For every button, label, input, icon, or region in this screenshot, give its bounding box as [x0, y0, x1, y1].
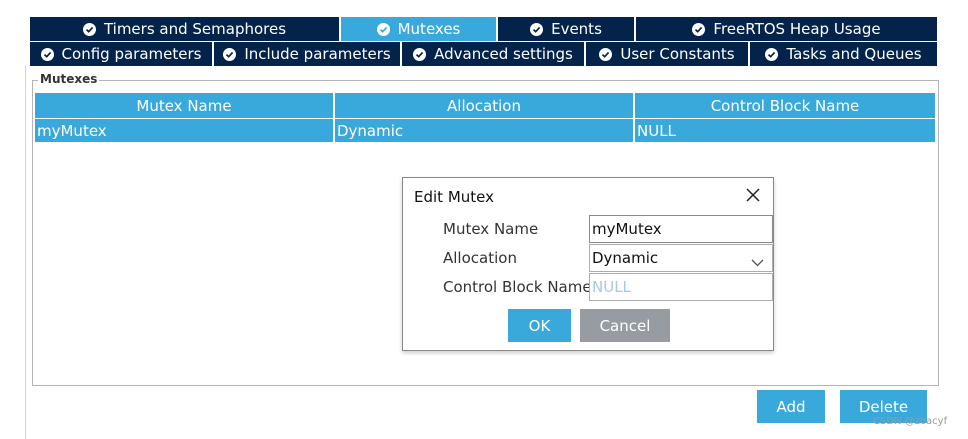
- allocation-value: Dynamic: [592, 249, 659, 267]
- tab-label: Mutexes: [397, 20, 461, 38]
- allocation-select[interactable]: Dynamic: [589, 244, 773, 272]
- tab-label: User Constants: [620, 45, 735, 63]
- tab-user-constants[interactable]: User Constants: [586, 42, 750, 66]
- tab-row-2: Config parameters Include parameters Adv…: [30, 42, 937, 66]
- column-header-allocation[interactable]: Allocation: [335, 93, 635, 118]
- group-title: Mutexes: [38, 72, 100, 86]
- tab-label: Include parameters: [244, 45, 391, 63]
- close-icon[interactable]: [744, 186, 762, 204]
- column-header-mutex-name[interactable]: Mutex Name: [35, 93, 335, 118]
- tab-row-1: Timers and Semaphores Mutexes Events Fre…: [30, 17, 937, 41]
- mutex-name-input[interactable]: myMutex: [589, 215, 773, 243]
- check-circle-icon: [82, 22, 96, 36]
- check-circle-icon: [599, 47, 613, 61]
- check-circle-icon: [376, 22, 390, 36]
- table-row[interactable]: myMutex Dynamic NULL: [35, 119, 935, 142]
- cell-control-block-name[interactable]: NULL: [635, 119, 935, 142]
- mutex-table: Mutex Name Allocation Control Block Name…: [35, 93, 935, 142]
- mutex-name-label: Mutex Name: [443, 220, 539, 238]
- tab-include-parameters[interactable]: Include parameters: [214, 42, 402, 66]
- tab-label: Tasks and Queues: [786, 45, 922, 63]
- edit-mutex-dialog: Edit Mutex Mutex Name myMutex Allocation…: [402, 177, 774, 351]
- cancel-button[interactable]: Cancel: [580, 309, 670, 342]
- tab-tasks-and-queues[interactable]: Tasks and Queues: [750, 42, 937, 66]
- tab-timers-and-semaphores[interactable]: Timers and Semaphores: [30, 17, 341, 41]
- tab-label: Advanced settings: [434, 45, 573, 63]
- left-panel-edge: [25, 66, 26, 439]
- column-header-control-block-name[interactable]: Control Block Name: [635, 93, 935, 118]
- watermark: CSDN @zoacyf: [873, 416, 948, 427]
- check-circle-icon: [692, 22, 706, 36]
- add-button[interactable]: Add: [757, 390, 825, 423]
- tab-label: Events: [551, 20, 602, 38]
- tab-mutexes[interactable]: Mutexes: [341, 17, 498, 41]
- allocation-label: Allocation: [443, 249, 517, 267]
- tab-label: FreeRTOS Heap Usage: [713, 20, 881, 38]
- control-block-name-input[interactable]: NULL: [589, 273, 773, 301]
- table-header: Mutex Name Allocation Control Block Name: [35, 93, 935, 118]
- chevron-down-icon: [751, 253, 764, 271]
- cell-allocation[interactable]: Dynamic: [335, 119, 635, 142]
- tab-label: Config parameters: [61, 45, 202, 63]
- check-circle-icon: [413, 47, 427, 61]
- tab-config-parameters[interactable]: Config parameters: [30, 42, 214, 66]
- tab-advanced-settings[interactable]: Advanced settings: [402, 42, 586, 66]
- tab-freertos-heap-usage[interactable]: FreeRTOS Heap Usage: [636, 17, 937, 41]
- dialog-title: Edit Mutex: [414, 188, 494, 206]
- cell-mutex-name[interactable]: myMutex: [35, 119, 335, 142]
- check-circle-icon: [765, 47, 779, 61]
- ok-button[interactable]: OK: [508, 309, 571, 342]
- check-circle-icon: [223, 47, 237, 61]
- control-block-name-label: Control Block Name: [443, 278, 592, 296]
- tab-events[interactable]: Events: [498, 17, 636, 41]
- check-circle-icon: [530, 22, 544, 36]
- check-circle-icon: [40, 47, 54, 61]
- tab-label: Timers and Semaphores: [103, 20, 287, 38]
